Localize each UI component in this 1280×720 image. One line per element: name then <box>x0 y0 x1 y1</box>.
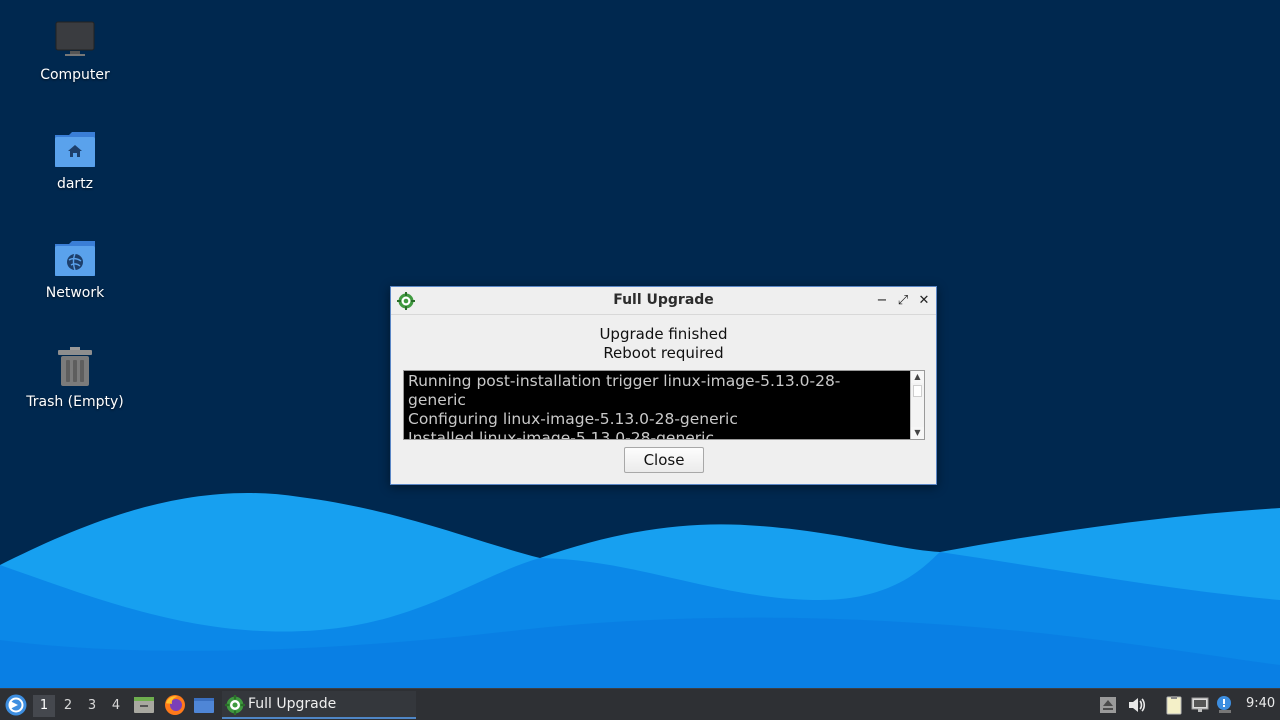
firefox-icon[interactable] <box>164 694 186 716</box>
computer-icon <box>53 18 97 62</box>
task-label: Full Upgrade <box>248 696 337 712</box>
workspace-1[interactable]: 1 <box>33 695 55 717</box>
scrollbar-thumb[interactable] <box>913 385 922 397</box>
file-manager-icon[interactable] <box>133 694 155 716</box>
close-button[interactable]: Close <box>624 447 704 473</box>
status-line-finished: Upgrade finished <box>599 325 728 343</box>
workspace-2[interactable]: 2 <box>57 695 79 717</box>
desktop-icon-network[interactable]: Network <box>15 236 135 302</box>
trash-icon <box>53 345 97 389</box>
show-desktop-icon[interactable] <box>193 694 215 716</box>
window-close-button[interactable]: ✕ <box>915 291 933 311</box>
log-line: Configuring linux-image-5.13.0-28-generi… <box>408 410 738 428</box>
clipboard-icon[interactable] <box>1164 695 1184 715</box>
lubuntu-logo-icon <box>5 694 27 716</box>
status-line-reboot: Reboot required <box>603 344 724 362</box>
desktop-icon-trash[interactable]: Trash (Empty) <box>15 345 135 411</box>
volume-icon[interactable] <box>1127 695 1147 715</box>
desktop-icon-label: dartz <box>56 176 94 192</box>
desktop-icon-computer[interactable]: Computer <box>15 18 135 84</box>
full-upgrade-dialog: Full Upgrade − ⤢ ✕ Upgrade finished Rebo… <box>390 286 937 485</box>
log-line: Installed linux-image-5.13.0-28-generic <box>408 429 715 440</box>
desktop-icon-home[interactable]: dartz <box>15 127 135 193</box>
workspace-3[interactable]: 3 <box>81 695 103 717</box>
taskbar-task-full-upgrade[interactable]: Full Upgrade <box>222 691 416 719</box>
network-folder-icon <box>53 236 97 280</box>
workspace-4[interactable]: 4 <box>105 695 127 717</box>
gear-icon <box>225 695 245 715</box>
update-notifier-icon[interactable] <box>1215 695 1235 715</box>
start-menu-button[interactable] <box>4 693 28 717</box>
eject-icon[interactable] <box>1098 695 1118 715</box>
scroll-up-icon[interactable]: ▲ <box>911 371 924 383</box>
minimize-button[interactable]: − <box>873 291 891 311</box>
maximize-button[interactable]: ⤢ <box>894 291 912 311</box>
dialog-title: Full Upgrade <box>613 292 714 308</box>
desktop-icon-label: Trash (Empty) <box>26 394 124 410</box>
log-scrollbar[interactable]: ▲ ▼ <box>910 371 924 439</box>
scroll-down-icon[interactable]: ▼ <box>911 427 924 439</box>
clock[interactable]: 9:40 <box>1246 696 1275 711</box>
taskbar: 1 2 3 4 Full Upgrade 9:40 <box>0 688 1280 720</box>
status-message: Upgrade finished Reboot required <box>391 325 936 363</box>
network-icon[interactable] <box>1190 695 1210 715</box>
upgrade-log[interactable]: Running post-installation trigger linux-… <box>403 370 925 440</box>
log-line: Running post-installation trigger linux-… <box>408 372 841 390</box>
log-lines: Running post-installation trigger linux-… <box>408 372 908 440</box>
dialog-titlebar[interactable]: Full Upgrade − ⤢ ✕ <box>391 287 936 315</box>
home-folder-icon <box>53 127 97 171</box>
desktop-icon-label: Network <box>45 285 105 301</box>
log-line: generic <box>408 391 466 409</box>
desktop-icon-label: Computer <box>40 67 110 83</box>
